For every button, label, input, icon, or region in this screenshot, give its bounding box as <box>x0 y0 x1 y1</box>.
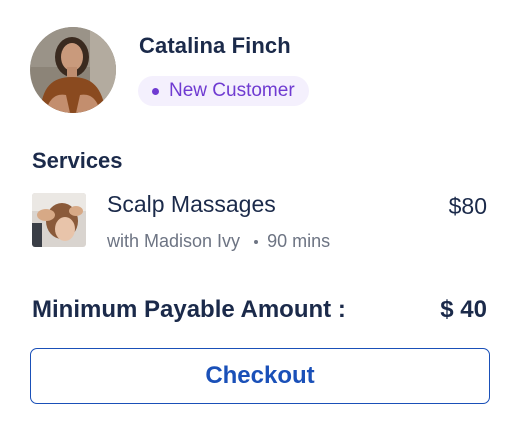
service-provider: with Madison Ivy <box>107 231 241 251</box>
service-thumbnail <box>32 193 86 247</box>
status-dot-icon <box>152 87 159 95</box>
customer-photo-icon <box>30 27 116 113</box>
service-price: $80 <box>448 193 487 219</box>
new-customer-badge: New Customer <box>138 76 309 106</box>
checkout-button[interactable]: Checkout <box>30 348 490 404</box>
service-name: Scalp Massages <box>107 191 276 217</box>
minimum-payable-amount: $ 40 <box>440 296 487 323</box>
badge-label: New Customer <box>169 80 295 101</box>
separator-dot-icon <box>254 239 259 244</box>
services-heading: Services <box>32 148 123 173</box>
customer-name: Catalina Finch <box>139 33 291 58</box>
customer-avatar <box>30 27 116 113</box>
service-duration: 90 mins <box>267 231 331 251</box>
service-meta: with Madison Ivy 90 mins <box>107 231 330 252</box>
scalp-massage-photo-icon <box>32 193 86 247</box>
minimum-payable-label: Minimum Payable Amount : <box>32 296 346 323</box>
